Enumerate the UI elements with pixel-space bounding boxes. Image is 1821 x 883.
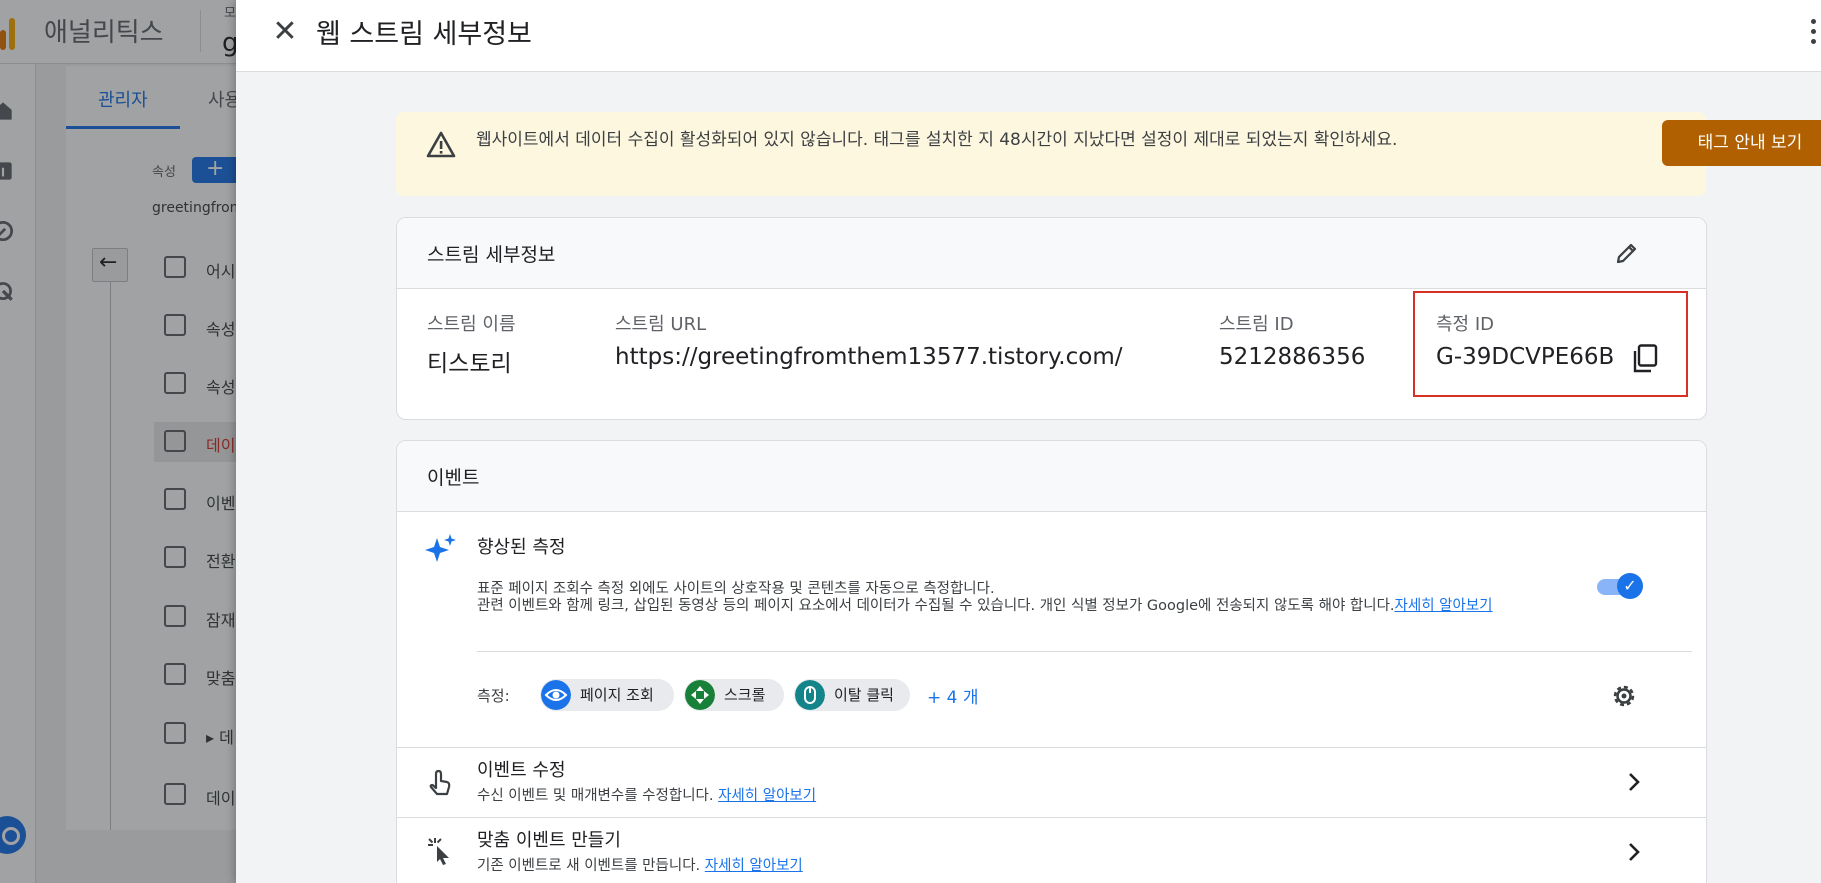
- events-card: 이벤트 향상된 측정 표준 페이지 조회수 측정 외에도 사이트의 상호작용 및…: [396, 440, 1707, 883]
- chip-page-view[interactable]: 페이지 조회: [540, 679, 674, 711]
- modal-scrim[interactable]: [0, 0, 236, 883]
- mouse-icon: [795, 680, 825, 710]
- cursor-click-icon: [428, 838, 449, 865]
- chevron-right-icon: [1629, 843, 1640, 861]
- warning-message: 웹사이트에서 데이터 수집이 활성화되어 있지 않습니다. 태그를 설치한 지 …: [476, 130, 1398, 150]
- row-description: 수신 이벤트 및 매개변수를 수정합니다. 자세히 알아보기: [477, 784, 816, 805]
- view-tag-instructions-button[interactable]: 태그 안내 보기: [1662, 120, 1821, 166]
- close-icon[interactable]: ✕: [268, 16, 302, 50]
- events-title: 이벤트: [427, 467, 480, 489]
- enhanced-measurement-note: 관련 이벤트와 함께 링크, 삽입된 동영상 등의 페이지 요소에서 데이터가 …: [477, 597, 1537, 616]
- card-header: 이벤트: [397, 441, 1706, 512]
- modify-events-row[interactable]: 이벤트 수정 수신 이벤트 및 매개변수를 수정합니다. 자세히 알아보기: [397, 747, 1706, 817]
- row-title: 맞춤 이벤트 만들기: [477, 830, 621, 851]
- enhanced-measurement-title: 향상된 측정: [477, 537, 566, 558]
- learn-more-link[interactable]: 자세히 알아보기: [718, 788, 816, 804]
- eye-icon: [541, 680, 571, 710]
- touch-icon: [429, 769, 451, 796]
- check-icon: ✓: [1617, 573, 1643, 599]
- enhanced-measurement-description: 표준 페이지 조회수 측정 외에도 사이트의 상호작용 및 콘텐츠를 자동으로 …: [477, 581, 995, 597]
- enhanced-measurement-note-text: 관련 이벤트와 함께 링크, 삽입된 동영상 등의 페이지 요소에서 데이터가 …: [477, 598, 1395, 614]
- stream-details-title: 스트림 세부정보: [427, 244, 556, 266]
- scroll-icon: [685, 680, 715, 710]
- web-stream-details-drawer: ✕ 웹 스트림 세부정보 웹사이트에서 데이터 수집이 활성화되어 있지 않습니…: [236, 0, 1821, 883]
- chip-label: 스크롤: [724, 686, 766, 704]
- stream-url-value: https://greetingfromthem13577.tistory.co…: [615, 344, 1123, 370]
- gear-icon[interactable]: [1609, 681, 1639, 711]
- sparkle-icon: [425, 534, 456, 562]
- stream-name-label: 스트림 이름: [427, 314, 516, 335]
- chip-label: 이탈 클릭: [834, 686, 894, 704]
- learn-more-link[interactable]: 자세히 알아보기: [705, 858, 803, 874]
- stream-id-label: 스트림 ID: [1219, 314, 1294, 335]
- stream-url-label: 스트림 URL: [615, 314, 707, 335]
- enhanced-measurement-toggle[interactable]: ✓: [1597, 573, 1643, 599]
- chip-outbound-click[interactable]: 이탈 클릭: [794, 679, 910, 711]
- learn-more-link[interactable]: 자세히 알아보기: [1395, 598, 1493, 614]
- chip-scroll[interactable]: 스크롤: [684, 679, 784, 711]
- row-description: 기존 이벤트로 새 이벤트를 만듭니다. 자세히 알아보기: [477, 854, 803, 875]
- create-custom-event-row[interactable]: 맞춤 이벤트 만들기 기존 이벤트로 새 이벤트를 만듭니다. 자세히 알아보기: [397, 817, 1706, 883]
- chip-label: 페이지 조회: [580, 686, 654, 704]
- more-vert-icon[interactable]: [1810, 18, 1818, 46]
- stream-name-value: 티스토리: [427, 351, 512, 377]
- chevron-right-icon: [1629, 773, 1640, 791]
- warning-icon: [426, 131, 456, 158]
- data-collection-warning-banner: 웹사이트에서 데이터 수집이 활성화되어 있지 않습니다. 태그를 설치한 지 …: [396, 112, 1821, 196]
- row-description-text: 수신 이벤트 및 매개변수를 수정합니다.: [477, 788, 714, 804]
- divider: [477, 651, 1692, 652]
- row-title: 이벤트 수정: [477, 760, 566, 781]
- row-description-text: 기존 이벤트로 새 이벤트를 만듭니다.: [477, 858, 701, 874]
- edit-pencil-icon[interactable]: [1612, 238, 1642, 268]
- drawer-title: 웹 스트림 세부정보: [316, 19, 532, 50]
- copy-icon[interactable]: [1632, 344, 1658, 374]
- more-measurements-link[interactable]: + 4 개: [927, 683, 979, 708]
- stream-id-value: 5212886356: [1219, 344, 1366, 370]
- drawer-header: ✕ 웹 스트림 세부정보: [236, 0, 1821, 72]
- measuring-label: 측정:: [477, 687, 510, 705]
- card-header: 스트림 세부정보: [397, 218, 1706, 289]
